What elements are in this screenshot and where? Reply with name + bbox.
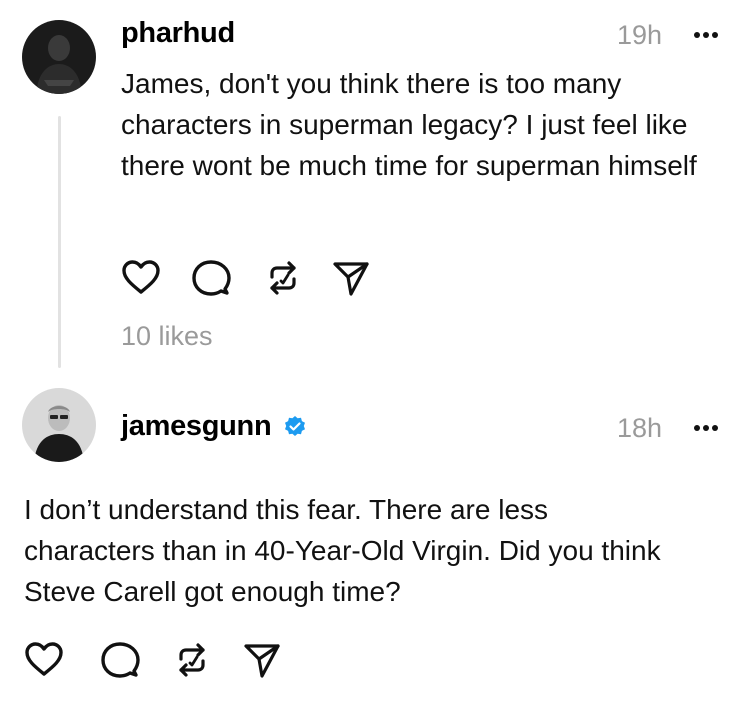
avatar-jamesgunn[interactable] bbox=[22, 388, 96, 462]
likes-count[interactable]: 10 likes bbox=[121, 320, 213, 352]
post-text: James, don't you think there is too many… bbox=[121, 68, 697, 181]
post-text: I don’t understand this fear. There are … bbox=[24, 494, 661, 607]
timestamp: 18h bbox=[617, 413, 663, 443]
verified-badge-icon bbox=[285, 416, 305, 436]
heart-icon[interactable] bbox=[24, 640, 64, 680]
username[interactable]: pharhud bbox=[121, 16, 235, 50]
share-icon[interactable] bbox=[242, 640, 282, 680]
username[interactable]: jamesgunn bbox=[121, 409, 272, 443]
share-icon[interactable] bbox=[331, 258, 371, 298]
action-bar bbox=[121, 258, 371, 298]
repost-icon[interactable] bbox=[172, 640, 212, 680]
action-bar bbox=[24, 640, 282, 680]
comment-icon[interactable] bbox=[100, 640, 140, 680]
repost-icon[interactable] bbox=[263, 258, 303, 298]
heart-icon[interactable] bbox=[121, 258, 161, 298]
timestamp: 19h bbox=[617, 20, 663, 50]
comment-icon[interactable] bbox=[191, 258, 231, 298]
ellipsis-icon[interactable] bbox=[693, 424, 719, 432]
avatar-pharhud[interactable] bbox=[22, 20, 96, 94]
ellipsis-icon[interactable] bbox=[693, 31, 719, 39]
thread-line bbox=[58, 116, 61, 368]
